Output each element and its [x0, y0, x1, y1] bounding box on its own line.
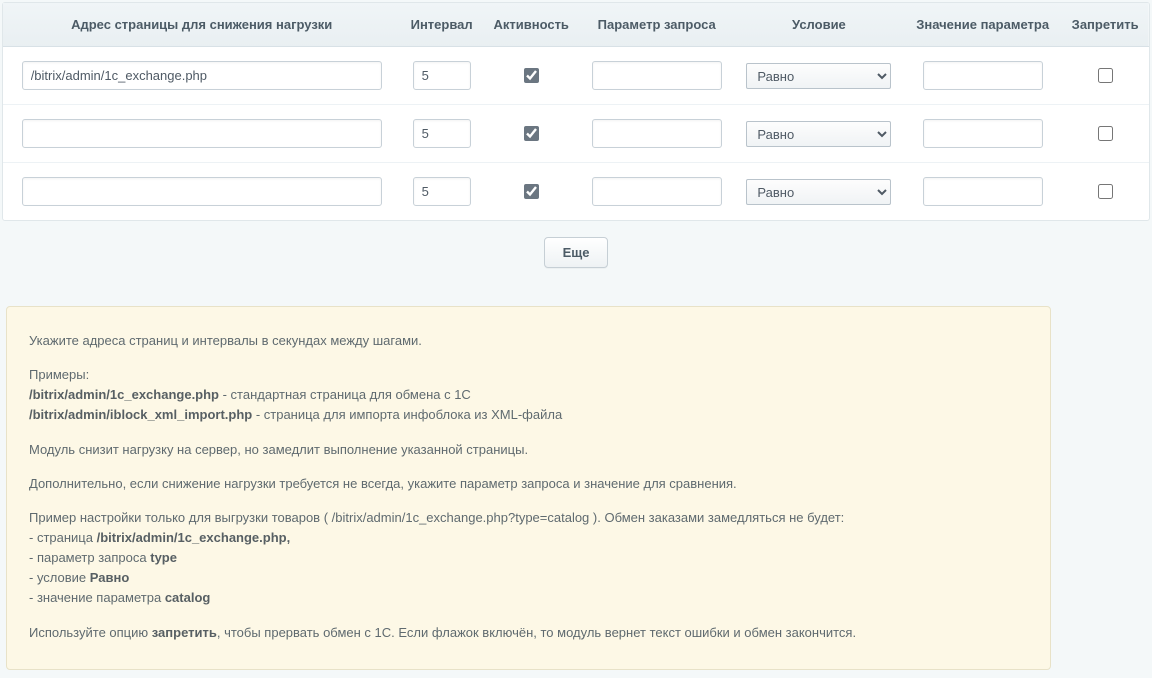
forbid-checkbox[interactable]: [1098, 126, 1113, 141]
param-input[interactable]: [592, 177, 722, 206]
table-row: Равно: [3, 105, 1149, 163]
header-value: Значение параметра: [904, 3, 1061, 47]
param-input[interactable]: [592, 61, 722, 90]
note-intro: Укажите адреса страниц и интервалы в сек…: [29, 331, 1028, 351]
value-input[interactable]: [923, 177, 1043, 206]
header-param: Параметр запроса: [580, 3, 734, 47]
param-input[interactable]: [592, 119, 722, 148]
note-examples: Примеры: /bitrix/admin/1c_exchange.php -…: [29, 365, 1028, 425]
active-checkbox[interactable]: [524, 68, 539, 83]
note-examples-label: Примеры:: [29, 367, 89, 382]
interval-input[interactable]: [413, 119, 471, 148]
note-forbid-suffix: , чтобы прервать обмен с 1С. Если флажок…: [217, 625, 856, 640]
note-li-page-prefix: - страница: [29, 530, 97, 545]
address-input[interactable]: [22, 61, 382, 90]
header-address: Адрес страницы для снижения нагрузки: [3, 3, 400, 47]
condition-select[interactable]: Равно: [746, 179, 891, 205]
interval-input[interactable]: [413, 177, 471, 206]
header-condition: Условие: [734, 3, 904, 47]
note-ex2-path: /bitrix/admin/iblock_xml_import.php: [29, 407, 252, 422]
note-ex1-path: /bitrix/admin/1c_exchange.php: [29, 387, 219, 402]
forbid-checkbox[interactable]: [1098, 68, 1113, 83]
table-row: Равно: [3, 47, 1149, 105]
table-row: Равно: [3, 163, 1149, 221]
note-effect: Модуль снизит нагрузку на сервер, но зам…: [29, 440, 1028, 460]
note-li-val-prefix: - значение параметра: [29, 590, 165, 605]
table-header-row: Адрес страницы для снижения нагрузки Инт…: [3, 3, 1149, 47]
condition-select[interactable]: Равно: [746, 63, 891, 89]
note-li-val-bold: catalog: [165, 590, 211, 605]
note-forbid-prefix: Используйте опцию: [29, 625, 152, 640]
note-forbid: Используйте опцию запретить, чтобы прерв…: [29, 623, 1028, 643]
address-input[interactable]: [22, 177, 382, 206]
more-button[interactable]: Еще: [544, 237, 609, 268]
note-li-cond-prefix: - условие: [29, 570, 90, 585]
header-forbid: Запретить: [1061, 3, 1149, 47]
address-input[interactable]: [22, 119, 382, 148]
active-checkbox[interactable]: [524, 126, 539, 141]
note-ex1-desc: - стандартная страница для обмена с 1С: [219, 387, 471, 402]
note-example-setup: Пример настройки только для выгрузки тов…: [29, 508, 1028, 609]
header-active: Активность: [483, 3, 580, 47]
note-forbid-bold: запретить: [152, 625, 217, 640]
header-interval: Интервал: [400, 3, 482, 47]
forbid-checkbox[interactable]: [1098, 184, 1113, 199]
note-additional: Дополнительно, если снижение нагрузки тр…: [29, 474, 1028, 494]
note-li-param-bold: type: [150, 550, 177, 565]
active-checkbox[interactable]: [524, 184, 539, 199]
settings-table: Адрес страницы для снижения нагрузки Инт…: [2, 2, 1150, 221]
note-li-page-bold: /bitrix/admin/1c_exchange.php,: [97, 530, 291, 545]
value-input[interactable]: [923, 61, 1043, 90]
note-example-setup-text: Пример настройки только для выгрузки тов…: [29, 510, 844, 525]
help-note: Укажите адреса страниц и интервалы в сек…: [6, 306, 1051, 670]
condition-select[interactable]: Равно: [746, 121, 891, 147]
note-ex2-desc: - страница для импорта инфоблока из XML-…: [252, 407, 562, 422]
value-input[interactable]: [923, 119, 1043, 148]
interval-input[interactable]: [413, 61, 471, 90]
note-li-param-prefix: - параметр запроса: [29, 550, 150, 565]
note-li-cond-bold: Равно: [90, 570, 130, 585]
